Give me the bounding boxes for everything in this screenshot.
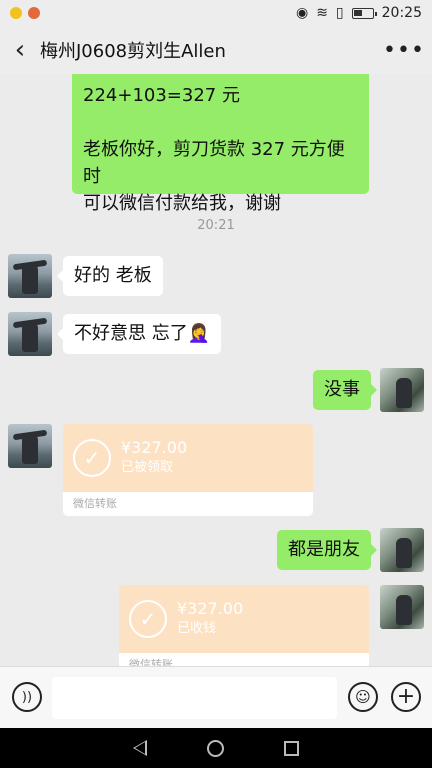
- wifi-icon: ≋: [316, 5, 328, 21]
- input-bar: )) ☺ +: [0, 666, 432, 728]
- sim-icon: ▯: [335, 5, 344, 21]
- nav-recents-icon[interactable]: [284, 740, 299, 756]
- message-input[interactable]: [52, 677, 337, 719]
- transfer-card-sent[interactable]: ✓ ¥327.00 已收钱 微信转账: [119, 585, 369, 666]
- message-text: 老板你好，剪刀货款 327 元方便时: [83, 139, 345, 187]
- message-bubble-out[interactable]: 224+103=327 元 老板你好，剪刀货款 327 元方便时 可以微信付款给…: [72, 74, 369, 214]
- transfer-amount: ¥327.00: [121, 438, 188, 457]
- message-text: 不好意思 忘了: [74, 323, 188, 344]
- avatar-contact[interactable]: [8, 424, 52, 468]
- avatar-self[interactable]: [380, 528, 424, 572]
- chat-title: 梅州J0608剪刘生Allen: [40, 41, 226, 62]
- avatar-self[interactable]: [380, 368, 424, 412]
- system-nav-bar: [0, 728, 432, 768]
- status-bar: ◉ ≋ ▯ 20:25: [0, 0, 432, 26]
- check-icon: ✓: [129, 600, 167, 638]
- plus-icon[interactable]: +: [391, 682, 421, 712]
- voice-icon[interactable]: )): [12, 682, 42, 712]
- chevron-left-icon[interactable]: ‹: [0, 26, 40, 74]
- eye-icon: ◉: [295, 5, 309, 21]
- app-notification-icon-2: [28, 7, 40, 19]
- transfer-status: 已收钱: [177, 621, 217, 636]
- ellipsis-icon[interactable]: •••: [383, 38, 424, 63]
- timestamp: 20:21: [197, 218, 235, 233]
- avatar-contact[interactable]: [8, 254, 52, 298]
- battery-icon: [351, 7, 377, 19]
- status-time: 20:25: [381, 5, 422, 21]
- transfer-label: 微信转账: [119, 653, 369, 666]
- message-text: 224+103=327 元: [83, 85, 240, 106]
- message-text: 可以微信付款给我，谢谢: [83, 193, 281, 214]
- transfer-label: 微信转账: [63, 492, 313, 516]
- chat-header: ‹ 梅州J0608剪刘生Allen •••: [0, 26, 432, 74]
- check-icon: ✓: [73, 439, 111, 477]
- transfer-status: 已被领取: [121, 460, 174, 475]
- avatar-self[interactable]: [380, 585, 424, 629]
- emoji-icon[interactable]: ☺: [348, 682, 378, 712]
- facepalm-emoji-icon: 🤦‍♀️: [187, 323, 211, 344]
- app-notification-icon: [10, 7, 22, 19]
- nav-back-icon[interactable]: [133, 740, 147, 756]
- message-bubble-out[interactable]: 没事: [313, 370, 377, 410]
- transfer-amount: ¥327.00: [177, 599, 244, 618]
- message-bubble-in[interactable]: 好的 老板: [57, 256, 163, 296]
- message-bubble-in[interactable]: 不好意思 忘了🤦‍♀️: [56, 314, 222, 354]
- chat-area[interactable]: 224+103=327 元 老板你好，剪刀货款 327 元方便时 可以微信付款给…: [0, 74, 432, 666]
- message-bubble-out[interactable]: 都是朋友: [277, 530, 377, 570]
- nav-home-icon[interactable]: [207, 739, 224, 757]
- transfer-card-received[interactable]: ✓ ¥327.00 已被领取 微信转账: [63, 424, 313, 516]
- avatar-contact[interactable]: [8, 312, 52, 356]
